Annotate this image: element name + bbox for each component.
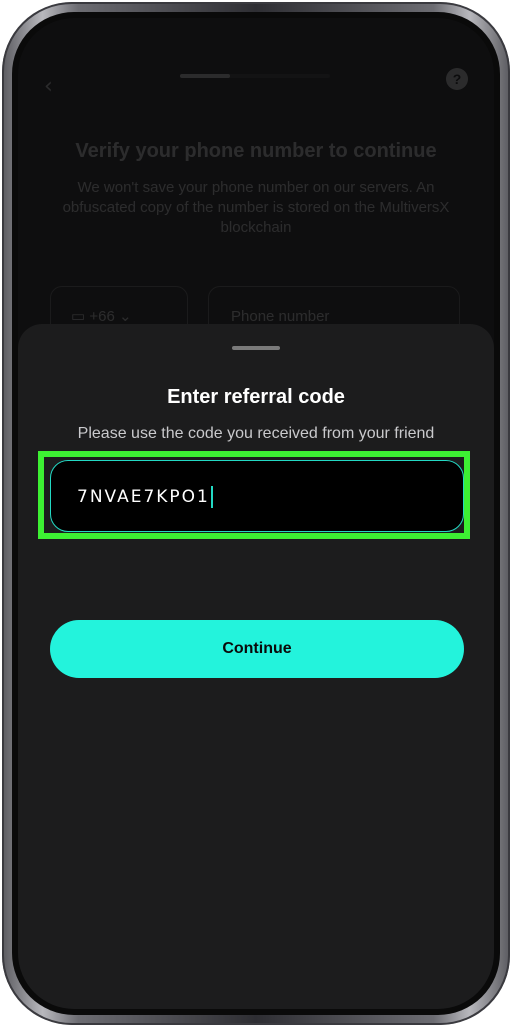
phone-frame: ‹ ? Verify your phone number to continue…	[2, 2, 510, 1025]
sheet-title: Enter referral code	[167, 386, 345, 408]
referral-bottom-sheet: Enter referral code Please use the code …	[18, 324, 494, 1009]
text-caret	[210, 486, 213, 508]
sheet-subtitle: Please use the code you received from yo…	[77, 425, 435, 442]
progress-bar	[180, 74, 330, 78]
continue-button[interactable]: Continue	[50, 620, 464, 678]
referral-code-value: 7NVAE7KPO1	[77, 487, 210, 507]
page-subtitle: We won't save your phone number on our s…	[62, 179, 450, 236]
phone-bezel: ‹ ? Verify your phone number to continue…	[12, 12, 500, 1015]
country-code-label: +66	[89, 308, 115, 325]
progress-fill	[180, 74, 230, 78]
chevron-left-icon[interactable]: ‹	[44, 74, 53, 99]
referral-code-input[interactable]: 7NVAE7KPO1	[50, 460, 464, 532]
screen: ‹ ? Verify your phone number to continue…	[18, 18, 494, 1009]
flag-icon: ▭	[71, 308, 90, 325]
chat-help-icon[interactable]: ?	[446, 68, 468, 90]
page-title: Verify your phone number to continue	[75, 140, 437, 162]
chevron-down-icon: ⌄	[118, 308, 132, 325]
sheet-drag-handle[interactable]	[232, 346, 280, 350]
